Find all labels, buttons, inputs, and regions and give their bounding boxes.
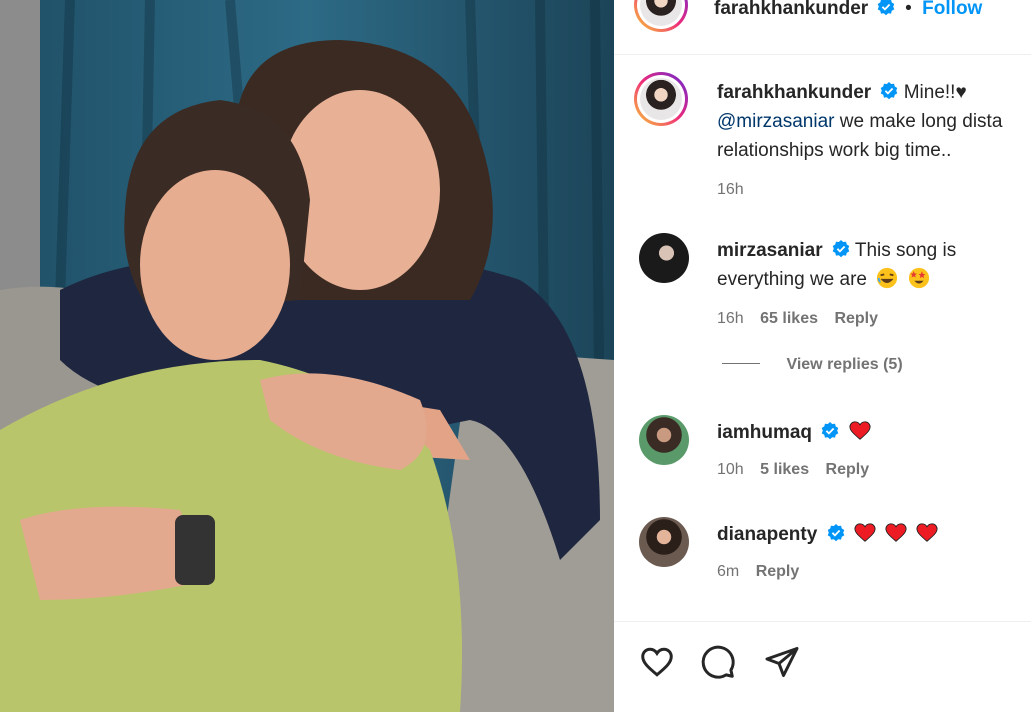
comment-username[interactable]: iamhumaq (717, 422, 812, 443)
red-heart-emoji-icon (854, 523, 876, 542)
comment-icon[interactable] (700, 644, 736, 680)
verified-icon (832, 240, 850, 258)
verified-icon (822, 422, 839, 440)
author-username[interactable]: farahkhankunder (714, 0, 868, 19)
reply-button[interactable]: Reply (834, 310, 878, 327)
caption: farahkhankunder Mine!!♥ @mirzasaniar we … (614, 70, 1031, 200)
red-heart-emoji-icon (849, 421, 871, 440)
verified-icon (877, 0, 894, 16)
caption-line3: relationships work big time.. (717, 140, 952, 161)
verified-icon (827, 524, 844, 542)
comment-username[interactable]: mirzasaniar (717, 240, 823, 261)
author-avatar[interactable] (634, 0, 688, 32)
commenter-avatar[interactable] (639, 233, 689, 283)
post-image (0, 0, 614, 712)
post-actions (614, 621, 1031, 712)
star-struck-emoji-icon (908, 267, 929, 289)
comment-item: dianapenty 6m Reply (614, 514, 1031, 594)
caption-username[interactable]: farahkhankunder (717, 82, 871, 103)
comment-text: everything we are (717, 269, 867, 290)
comment-item: iamhumaq 10h 5 likes Reply (614, 412, 1031, 492)
post-photo (0, 0, 614, 712)
verified-icon (881, 82, 898, 100)
caption-line2: we make long dista (834, 111, 1003, 132)
comment-item: mirzasaniar This song is everything we a… (614, 230, 1031, 390)
post-side-panel: farahkhankunder • Follow farahkhankunder… (614, 0, 1031, 712)
comment-time: 6m (717, 563, 740, 580)
caption-mention[interactable]: @mirzasaniar (717, 111, 834, 132)
commenter-avatar[interactable] (639, 415, 689, 465)
view-replies-label: View replies (5) (786, 356, 903, 373)
comment-text: This song is (854, 240, 957, 261)
reply-button[interactable]: Reply (756, 563, 800, 580)
red-heart-emoji-icon (916, 523, 938, 542)
comment-likes[interactable]: 5 likes (760, 461, 809, 478)
caption-line1: Mine!!♥ (903, 82, 967, 103)
commenter-avatar[interactable] (639, 517, 689, 567)
header-separator: • (905, 0, 912, 19)
caption-time: 16h (717, 181, 744, 198)
heart-icon[interactable] (639, 644, 675, 680)
caption-avatar[interactable] (634, 72, 688, 126)
comment-time: 16h (717, 310, 744, 327)
comment-username[interactable]: dianapenty (717, 524, 817, 545)
red-heart-emoji-icon (885, 523, 907, 542)
laughing-emoji-icon (877, 267, 898, 289)
share-icon[interactable] (764, 644, 800, 680)
comment-time: 10h (717, 461, 744, 478)
view-replies-button[interactable]: View replies (5) (722, 356, 903, 374)
view-replies-line (722, 363, 760, 364)
follow-button[interactable]: Follow (922, 0, 982, 19)
comment-likes[interactable]: 65 likes (760, 310, 818, 327)
reply-button[interactable]: Reply (826, 461, 870, 478)
post-header: farahkhankunder • Follow (614, 0, 1031, 55)
